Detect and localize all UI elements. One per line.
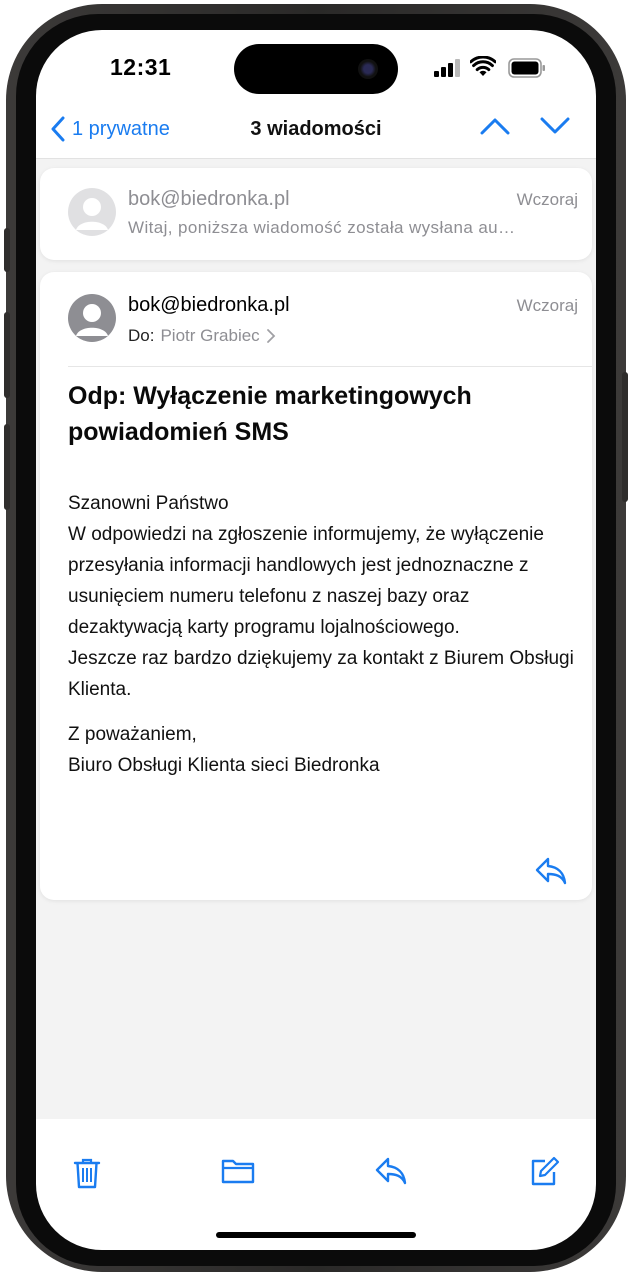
volume-down-button — [4, 424, 10, 510]
sender[interactable]: bok@biedronka.pl — [128, 294, 290, 317]
message-card-collapsed[interactable]: bok@biedronka.pl Wczoraj Witaj, poniższa… — [40, 168, 592, 260]
message-body: Szanowni Państwo W odpowiedzi na zgłosze… — [68, 488, 578, 781]
volume-up-button — [4, 312, 10, 398]
reply-icon[interactable] — [534, 856, 568, 886]
nav-bar: 1 prywatne 3 wiadomości — [36, 104, 596, 160]
body-paragraph: Jeszcze raz bardzo dziękujemy za kontakt… — [68, 648, 574, 700]
chevron-down-icon[interactable] — [540, 116, 570, 136]
header-divider — [68, 366, 592, 367]
recipient-name: Piotr Grabiec — [160, 326, 260, 345]
body-closing: Z poważaniem, — [68, 724, 197, 745]
power-button — [622, 372, 628, 502]
body-paragraph: W odpowiedzi na zgłoszenie informujemy, … — [68, 524, 544, 638]
bottom-toolbar — [36, 1146, 596, 1206]
recipient-row[interactable]: Do: Piotr Grabiec — [128, 326, 276, 346]
chevron-up-icon[interactable] — [480, 116, 510, 136]
message-date: Wczoraj — [516, 190, 578, 209]
compose-icon[interactable] — [528, 1156, 560, 1188]
screen: 12:31 1 prywatne 3 wiadomości bok@biedro… — [36, 30, 596, 1250]
sender: bok@biedronka.pl — [128, 188, 290, 210]
message-card-expanded: bok@biedronka.pl Wczoraj Do: Piotr Grabi… — [40, 272, 592, 900]
home-indicator[interactable] — [216, 1232, 416, 1238]
dynamic-island — [234, 44, 398, 94]
message-arrows — [480, 116, 570, 136]
person-icon — [76, 198, 108, 230]
avatar — [68, 294, 116, 342]
battery-icon — [508, 58, 545, 78]
cellular-signal-icon — [434, 59, 460, 77]
action-button — [4, 228, 10, 272]
camera-icon — [358, 59, 378, 79]
status-bar: 12:31 — [36, 30, 596, 104]
message-date: Wczoraj — [516, 296, 578, 315]
trash-icon[interactable] — [72, 1156, 102, 1190]
avatar — [68, 188, 116, 236]
chevron-right-icon — [266, 329, 275, 343]
status-time: 12:31 — [110, 54, 172, 80]
message-subject: Odp: Wyłączenie marketingowych powiadomi… — [68, 382, 472, 446]
message-preview: Witaj, poniższa wiadomość została wysłan… — [128, 218, 516, 237]
person-icon — [76, 304, 108, 336]
reply-icon[interactable] — [374, 1156, 408, 1186]
to-label: Do: — [128, 326, 155, 345]
body-greeting: Szanowni Państwo — [68, 493, 229, 514]
body-signature: Biuro Obsługi Klienta sieci Biedronka — [68, 755, 380, 776]
wifi-icon — [470, 56, 496, 76]
folder-icon[interactable] — [220, 1156, 256, 1186]
